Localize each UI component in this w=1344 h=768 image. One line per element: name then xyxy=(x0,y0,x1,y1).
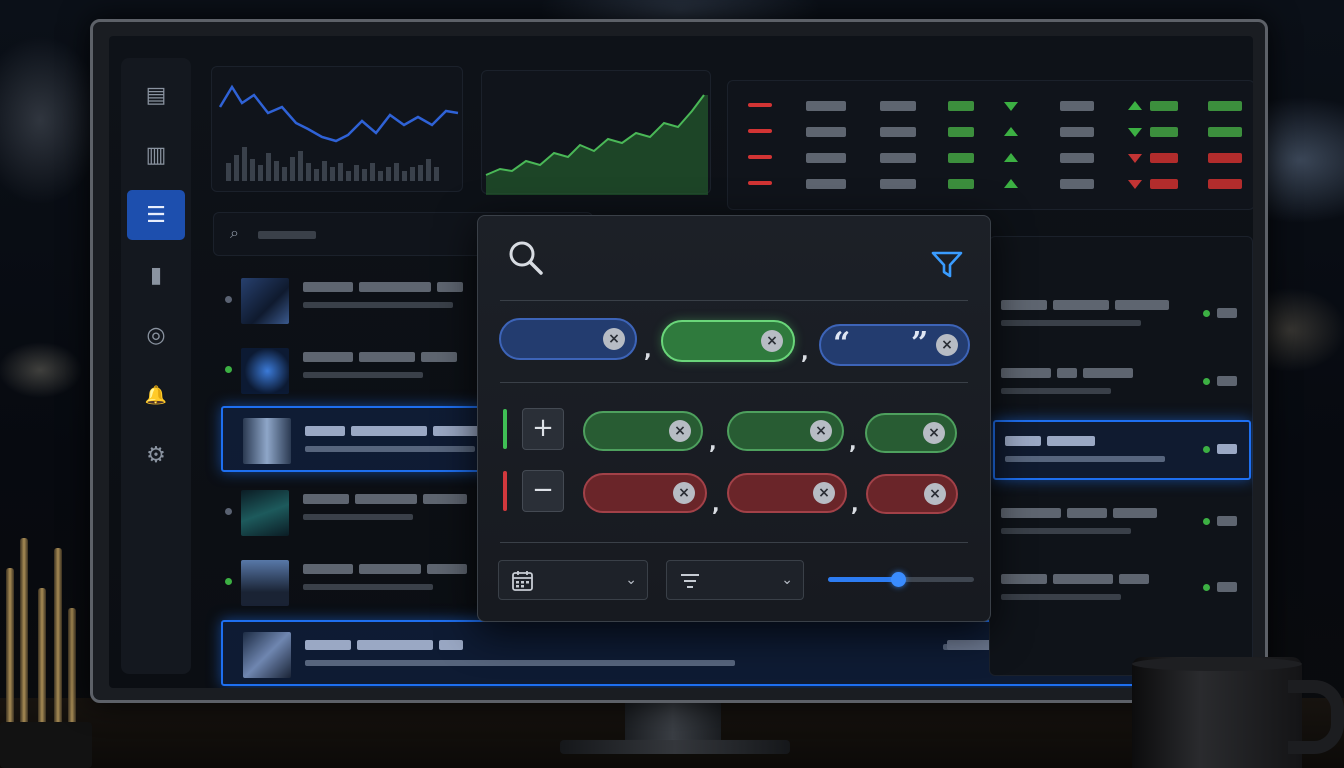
remove-tag-button[interactable]: × xyxy=(924,483,946,505)
separator: , xyxy=(644,338,652,362)
divider xyxy=(500,300,968,301)
include-indicator xyxy=(503,409,507,449)
gear-icon: ⚙ xyxy=(146,442,166,468)
thumbnail xyxy=(243,418,291,464)
chevron-down-icon: ⌄ xyxy=(781,572,793,588)
remove-tag-button[interactable]: × xyxy=(810,420,832,442)
sidebar-item-chat[interactable]: ▤ xyxy=(127,70,185,120)
slider-thumb[interactable] xyxy=(891,572,907,587)
separator: , xyxy=(709,430,717,454)
sidebar-item-notifications[interactable]: 🔔 xyxy=(127,370,185,420)
divider xyxy=(500,382,968,383)
search-term-tag[interactable]: × xyxy=(499,318,637,360)
search-icon[interactable] xyxy=(508,240,544,276)
sidebar-item-goals[interactable]: ◎ xyxy=(127,310,185,360)
list-item[interactable] xyxy=(989,286,1253,346)
chevron-down-icon: ⌄ xyxy=(625,572,637,588)
remove-tag-button[interactable]: × xyxy=(673,482,695,504)
monitor-stand-base xyxy=(560,740,790,754)
remove-tag-button[interactable]: × xyxy=(669,420,691,442)
include-tag[interactable]: × xyxy=(865,413,957,453)
sidebar-item-documents[interactable]: ▥ xyxy=(127,130,185,180)
list-item[interactable] xyxy=(989,560,1253,620)
line-chart-panel xyxy=(211,66,463,192)
target-icon: ◎ xyxy=(146,322,166,348)
close-quote-icon: ” xyxy=(911,326,929,361)
search-term-tag-active[interactable]: × xyxy=(661,320,795,362)
list-item[interactable] xyxy=(989,354,1253,414)
sort-dropdown[interactable]: ⌄ xyxy=(666,560,804,600)
slider-fill xyxy=(828,577,899,582)
monitor-stand xyxy=(625,698,721,744)
date-dropdown[interactable]: ⌄ xyxy=(498,560,648,600)
coffee-mug xyxy=(1132,657,1302,768)
thumbnail xyxy=(241,278,289,324)
ticker-table xyxy=(727,80,1253,210)
exclude-operator-button[interactable]: − xyxy=(522,470,564,512)
remove-tag-button[interactable]: × xyxy=(603,328,625,350)
sidebar-item-list[interactable]: ☰ xyxy=(127,190,185,240)
exclude-tag[interactable]: × xyxy=(583,473,707,513)
minus-icon: − xyxy=(532,475,554,505)
plus-icon: + xyxy=(532,413,554,443)
remove-tag-button[interactable]: × xyxy=(761,330,783,352)
separator: , xyxy=(801,340,809,364)
sort-icon xyxy=(681,574,699,588)
bell-icon: 🔔 xyxy=(144,384,168,406)
separator: , xyxy=(712,492,720,516)
bar-chart-icon: ▮ xyxy=(149,262,163,288)
list-item-selected[interactable] xyxy=(993,420,1251,480)
monitor: ▤ ▥ ☰ ▮ ◎ 🔔 ⚙ ⌕ × , × , “ ” × + × , × , … xyxy=(90,19,1268,703)
coffee-mug-handle xyxy=(1288,680,1344,754)
include-tag[interactable]: × xyxy=(583,411,703,451)
list-item[interactable] xyxy=(989,494,1253,554)
sidebar: ▤ ▥ ☰ ▮ ◎ 🔔 ⚙ xyxy=(121,58,191,674)
chat-icon: ▤ xyxy=(145,82,167,108)
thumbnail xyxy=(243,632,291,678)
exclude-tag[interactable]: × xyxy=(866,474,958,514)
remove-tag-button[interactable]: × xyxy=(936,334,958,356)
document-icon: ▥ xyxy=(145,142,167,168)
thumbnail xyxy=(241,348,289,394)
filter-popup: × , × , “ ” × + × , × , × − × , × , × ⌄ … xyxy=(477,215,991,622)
search-icon: ⌕ xyxy=(230,223,239,242)
exclude-indicator xyxy=(503,471,507,511)
separator: , xyxy=(849,430,857,454)
sidebar-item-settings[interactable]: ⚙ xyxy=(127,430,185,480)
divider xyxy=(500,542,968,543)
list-icon: ☰ xyxy=(146,202,166,228)
screen: ▤ ▥ ☰ ▮ ◎ 🔔 ⚙ ⌕ × , × , “ ” × + × , × , … xyxy=(109,36,1253,688)
area-chart xyxy=(485,94,708,195)
area-chart-panel xyxy=(481,70,711,195)
pen-holder xyxy=(0,500,92,768)
remove-tag-button[interactable]: × xyxy=(923,422,945,444)
exclude-tag[interactable]: × xyxy=(727,473,847,513)
include-operator-button[interactable]: + xyxy=(522,408,564,450)
line-chart xyxy=(218,84,459,181)
range-slider[interactable] xyxy=(828,572,974,587)
thumbnail xyxy=(241,560,289,606)
open-quote-icon: “ xyxy=(833,326,851,361)
separator: , xyxy=(851,492,859,516)
thumbnail xyxy=(241,490,289,536)
calendar-icon xyxy=(512,571,533,591)
include-tag[interactable]: × xyxy=(727,411,844,451)
coffee-mug-rim xyxy=(1132,657,1302,671)
remove-tag-button[interactable]: × xyxy=(813,482,835,504)
funnel-icon[interactable] xyxy=(930,250,964,280)
exact-phrase-tag[interactable]: “ ” × xyxy=(819,324,970,366)
sidebar-item-analytics[interactable]: ▮ xyxy=(127,250,185,300)
